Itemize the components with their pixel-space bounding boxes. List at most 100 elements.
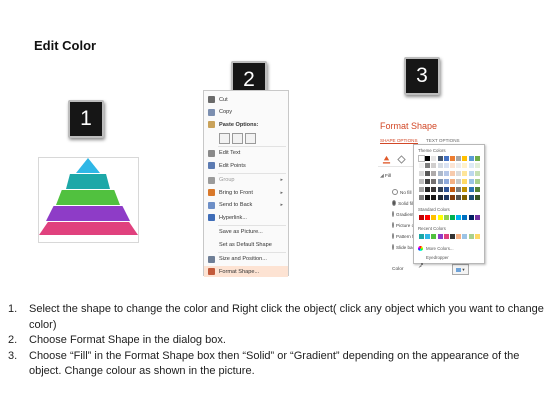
theme-shade-swatch[interactable]	[437, 187, 443, 192]
theme-shade-swatch[interactable]	[437, 195, 443, 200]
recent-color-swatch[interactable]	[419, 234, 424, 239]
standard-color-swatch[interactable]	[462, 215, 468, 220]
menu-item-hyperlink[interactable]: Hyperlink...	[204, 212, 288, 223]
theme-shade-swatch[interactable]	[468, 163, 474, 168]
tab-shape-options[interactable]: SHAPE OPTIONS	[380, 138, 418, 144]
fill-option-no-fill[interactable]: No fill	[392, 189, 412, 195]
menu-item-cut[interactable]: Cut	[204, 94, 288, 105]
theme-shade-swatch[interactable]	[462, 195, 468, 200]
theme-shade-swatch[interactable]	[419, 179, 424, 184]
standard-color-swatch[interactable]	[431, 215, 437, 220]
recent-color-swatch[interactable]	[443, 234, 449, 239]
theme-shade-swatch[interactable]	[468, 195, 474, 200]
theme-shade-swatch[interactable]	[443, 179, 449, 184]
theme-color-swatch[interactable]	[425, 156, 431, 161]
recent-color-swatch[interactable]	[462, 234, 468, 239]
theme-color-swatch[interactable]	[462, 156, 468, 161]
theme-shade-swatch[interactable]	[419, 195, 424, 200]
theme-shade-swatch[interactable]	[474, 187, 480, 192]
recent-color-swatch[interactable]	[450, 234, 455, 239]
theme-shade-swatch[interactable]	[419, 163, 424, 168]
standard-color-swatch[interactable]	[456, 215, 462, 220]
theme-shade-swatch[interactable]	[474, 171, 480, 176]
radio-button[interactable]	[392, 211, 394, 217]
menu-item-edit-text[interactable]: Edit Text	[204, 148, 288, 159]
standard-color-swatch[interactable]	[443, 215, 449, 220]
radio-button[interactable]	[392, 200, 397, 206]
menu-item-send-to-back[interactable]: Send to Back ▸	[204, 200, 288, 211]
theme-shade-swatch[interactable]	[425, 171, 431, 176]
theme-shade-swatch[interactable]	[474, 179, 480, 184]
theme-shade-swatch[interactable]	[431, 163, 437, 168]
menu-item-size-and-position[interactable]: Size and Position...	[204, 254, 288, 265]
theme-shade-swatch[interactable]	[474, 195, 480, 200]
theme-shade-swatch[interactable]	[456, 163, 462, 168]
recent-color-swatch[interactable]	[425, 234, 431, 239]
theme-shade-swatch[interactable]	[456, 195, 462, 200]
effects-icon[interactable]	[397, 151, 406, 164]
theme-shade-swatch[interactable]	[419, 171, 424, 176]
standard-color-swatch[interactable]	[419, 215, 424, 220]
menu-item-edit-points[interactable]: Edit Points	[204, 160, 288, 171]
theme-shade-swatch[interactable]	[474, 163, 480, 168]
menu-item-bring-to-front[interactable]: Bring to Front ▸	[204, 187, 288, 198]
paste-keep-format-icon[interactable]	[219, 132, 230, 144]
paste-options-row[interactable]	[204, 132, 303, 145]
pyramid-tier-bottom[interactable]	[39, 222, 138, 235]
menu-item-save-as-picture[interactable]: Save as Picture...	[204, 227, 288, 238]
theme-color-swatch[interactable]	[474, 156, 480, 161]
theme-shade-swatch[interactable]	[425, 187, 431, 192]
theme-color-swatch[interactable]	[468, 156, 474, 161]
menu-item-format-shape[interactable]: Format Shape...	[204, 266, 288, 277]
standard-color-swatch[interactable]	[437, 215, 443, 220]
theme-shade-swatch[interactable]	[456, 187, 462, 192]
radio-button[interactable]	[392, 189, 398, 195]
theme-color-swatch[interactable]	[443, 156, 449, 161]
theme-shade-swatch[interactable]	[462, 171, 468, 176]
theme-shade-swatch[interactable]	[437, 171, 443, 176]
radio-button[interactable]	[392, 222, 394, 228]
theme-shade-swatch[interactable]	[468, 187, 474, 192]
theme-color-swatch[interactable]	[418, 155, 425, 162]
theme-shade-swatch[interactable]	[443, 187, 449, 192]
recent-color-swatch[interactable]	[431, 234, 437, 239]
recent-color-swatch[interactable]	[468, 234, 474, 239]
more-colors-item[interactable]: More Colors...	[426, 246, 454, 251]
theme-shade-swatch[interactable]	[462, 187, 468, 192]
standard-color-swatch[interactable]	[474, 215, 480, 220]
theme-shade-swatch[interactable]	[450, 187, 455, 192]
theme-shade-swatch[interactable]	[450, 163, 455, 168]
theme-shade-swatch[interactable]	[456, 171, 462, 176]
standard-color-swatch[interactable]	[425, 215, 431, 220]
theme-color-swatch[interactable]	[437, 156, 443, 161]
pyramid-tier-3[interactable]	[56, 190, 120, 205]
radio-button[interactable]	[392, 233, 394, 239]
theme-shade-swatch[interactable]	[419, 187, 424, 192]
menu-item-group[interactable]: Group ▸	[204, 175, 288, 186]
theme-shade-swatch[interactable]	[443, 171, 449, 176]
theme-shade-swatch[interactable]	[443, 163, 449, 168]
radio-button[interactable]	[392, 244, 394, 250]
theme-shade-swatch[interactable]	[450, 171, 455, 176]
fill-option-slide-background-fill[interactable]: Slide background fill	[392, 244, 414, 250]
pyramid-shape[interactable]	[38, 157, 139, 243]
theme-color-swatch[interactable]	[431, 156, 437, 161]
fill-color-button[interactable]: ▼	[452, 264, 469, 275]
recent-color-swatch[interactable]	[456, 234, 462, 239]
fill-section-label[interactable]: ◢ Fill	[380, 174, 391, 179]
theme-shade-swatch[interactable]	[425, 195, 431, 200]
tab-text-options[interactable]: TEXT OPTIONS	[426, 138, 460, 143]
fill-option-solid-fill[interactable]: Solid fill	[392, 200, 414, 206]
theme-shade-swatch[interactable]	[468, 171, 474, 176]
standard-color-swatch[interactable]	[468, 215, 474, 220]
theme-shade-swatch[interactable]	[456, 179, 462, 184]
theme-shade-swatch[interactable]	[425, 179, 431, 184]
fill-option-pattern-fill[interactable]: Pattern fill	[392, 233, 414, 239]
recent-color-swatch[interactable]	[437, 234, 443, 239]
fill-option-picture-or-texture-fill[interactable]: Picture or texture fill	[392, 222, 414, 228]
fill-line-icon[interactable]	[382, 151, 391, 164]
menu-item-copy[interactable]: Copy	[204, 107, 288, 118]
menu-item-paste-options[interactable]: Paste Options:	[204, 119, 288, 130]
pyramid-tier-top[interactable]	[76, 158, 100, 173]
theme-shade-swatch[interactable]	[431, 171, 437, 176]
